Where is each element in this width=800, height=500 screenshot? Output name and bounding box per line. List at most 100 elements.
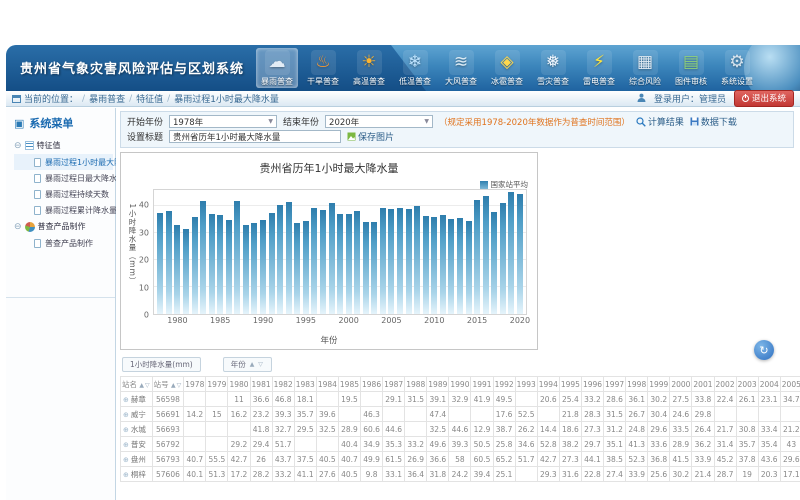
sort-icons[interactable]: ▲ ▽: [250, 361, 264, 368]
floating-widget-button[interactable]: ↻: [754, 340, 774, 360]
value-cell: [184, 422, 206, 437]
collapse-icon[interactable]: ⊖: [14, 222, 22, 232]
table-row[interactable]: ⊕水城5669341.832.729.532.528.960.644.632.5…: [121, 422, 800, 437]
bar-1983: [199, 190, 208, 314]
table-row[interactable]: ⊕普安5679229.229.451.740.434.935.333.249.6…: [121, 437, 800, 452]
breadcrumb-item-1[interactable]: 暴雨普查: [89, 92, 125, 105]
column-header-year[interactable]: 1989: [427, 377, 449, 392]
toolbar-item-map-audit[interactable]: ▤图件审核: [670, 48, 712, 88]
column-header-year[interactable]: 1996: [581, 377, 603, 392]
column-header-year[interactable]: 1990: [449, 377, 471, 392]
bar-2004: [379, 190, 388, 314]
value-cell: 41.5: [670, 452, 692, 467]
column-header-year[interactable]: 1993: [515, 377, 537, 392]
expand-row-icon[interactable]: ⊕: [123, 426, 129, 434]
column-header-year[interactable]: 2002: [714, 377, 736, 392]
value-cell: [537, 407, 559, 422]
start-year-label: 开始年份: [127, 115, 163, 128]
toolbar-item-low-temp-survey[interactable]: ❄低温普查: [394, 48, 436, 88]
column-header-year[interactable]: 1999: [648, 377, 670, 392]
sort-icons[interactable]: ▲▽: [139, 382, 150, 389]
column-header-year[interactable]: 1991: [471, 377, 493, 392]
column-header-year[interactable]: 1982: [272, 377, 294, 392]
table-row[interactable]: ⊕赫章565981136.646.818.119.529.131.539.132…: [121, 392, 800, 407]
column-header-year[interactable]: 1987: [383, 377, 405, 392]
end-year-select[interactable]: 2020年▼: [325, 115, 433, 128]
chart-title-input[interactable]: [169, 130, 341, 143]
column-field-chip[interactable]: 年份 ▲ ▽: [223, 357, 272, 372]
column-header-year[interactable]: 1988: [405, 377, 427, 392]
value-field-chip[interactable]: 1小时降水量(mm): [122, 357, 201, 372]
toolbar-item-rainstorm-survey[interactable]: ☁暴雨普查: [256, 48, 298, 88]
menu-item[interactable]: 暴雨过程持续天数: [14, 186, 113, 202]
bar-rect: [329, 203, 335, 314]
column-header-year[interactable]: 1979: [206, 377, 228, 392]
list-icon: [25, 141, 34, 150]
value-cell: 31.6: [559, 467, 581, 482]
toolbar-item-high-temp-survey[interactable]: ☀高温普查: [348, 48, 390, 88]
download-button[interactable]: 数据下载: [690, 115, 737, 128]
column-header-year[interactable]: 1984: [316, 377, 338, 392]
column-header-year[interactable]: 1986: [361, 377, 383, 392]
toolbar-item-comprehensive-risk[interactable]: ▦综合风险: [624, 48, 666, 88]
column-header-year[interactable]: 1981: [250, 377, 272, 392]
column-header-name[interactable]: 站名 ▲▽: [121, 377, 153, 392]
sort-icons[interactable]: ▲▽: [171, 382, 182, 389]
calculate-button[interactable]: 计算结果: [636, 115, 684, 128]
column-header-year[interactable]: 2004: [758, 377, 780, 392]
column-header-year[interactable]: 2003: [736, 377, 758, 392]
table-row[interactable]: ⊕威宁5669114.21516.223.239.335.739.646.347…: [121, 407, 800, 422]
logged-in-user: 登录用户：管理员: [654, 92, 726, 105]
breadcrumb-separator: /: [129, 94, 132, 104]
column-header-year[interactable]: 1998: [626, 377, 648, 392]
icon-toolbar: ☁暴雨普查♨干旱普查☀高温普查❄低温普查≋大风普查◈冰雹普查❅雪灾普查⚡雷电普查…: [256, 48, 758, 88]
start-year-select[interactable]: 1978年▼: [169, 115, 277, 128]
breadcrumb-item-2[interactable]: 特征值: [136, 92, 163, 105]
app-title: 贵州省气象灾害风险评估与区划系统: [20, 58, 244, 77]
column-header-year[interactable]: 1983: [294, 377, 316, 392]
x-tick: 2020: [510, 316, 530, 325]
menu-item[interactable]: 暴雨过程累计降水量: [14, 202, 113, 218]
column-header-year[interactable]: 2000: [670, 377, 692, 392]
bar-rect: [423, 216, 429, 314]
toolbar-item-system-settings[interactable]: ⚙系统设置: [716, 48, 758, 88]
table-row[interactable]: ⊕桐梓5760640.151.317.228.233.241.127.640.5…: [121, 467, 800, 482]
menu-group-普查产品制作[interactable]: ⊖普查产品制作: [14, 218, 113, 235]
column-header-year[interactable]: 2005: [780, 377, 800, 392]
value-cell: 55.5: [206, 452, 228, 467]
toolbar-item-drought-survey[interactable]: ♨干旱普查: [302, 48, 344, 88]
column-header-year[interactable]: 1995: [559, 377, 581, 392]
column-header-year[interactable]: 1997: [604, 377, 626, 392]
column-header-year[interactable]: 1994: [537, 377, 559, 392]
logout-button[interactable]: 退出系统: [734, 90, 794, 107]
expand-row-icon[interactable]: ⊕: [123, 411, 129, 419]
menu-group-特征值[interactable]: ⊖特征值: [14, 137, 113, 154]
column-header-year[interactable]: 1978: [184, 377, 206, 392]
value-cell: 26.4: [692, 422, 714, 437]
toolbar-item-wind-survey[interactable]: ≋大风普查: [440, 48, 482, 88]
expand-row-icon[interactable]: ⊕: [123, 396, 129, 404]
toolbar-item-hail-survey[interactable]: ◈冰雹普查: [486, 48, 528, 88]
save-image-button[interactable]: 保存图片: [347, 130, 394, 143]
table-row[interactable]: ⊕盘州5679340.755.542.72643.737.540.540.749…: [121, 452, 800, 467]
collapse-icon[interactable]: ⊖: [14, 141, 22, 151]
y-tick: 10: [139, 283, 149, 292]
station-name-cell: ⊕盘州: [121, 452, 153, 467]
expand-row-icon[interactable]: ⊕: [123, 441, 129, 449]
menu-item[interactable]: 普查产品制作: [14, 235, 113, 251]
expand-row-icon[interactable]: ⊕: [123, 471, 129, 479]
column-header-year[interactable]: 1985: [338, 377, 360, 392]
column-header-year[interactable]: 1992: [493, 377, 515, 392]
menu-item[interactable]: 暴雨过程1小时最大降水量: [14, 154, 113, 170]
expand-row-icon[interactable]: ⊕: [123, 456, 129, 464]
column-header-id[interactable]: 站号 ▲▽: [152, 377, 184, 392]
column-header-year[interactable]: 1980: [228, 377, 250, 392]
value-cell: 20.6: [537, 392, 559, 407]
menu-item[interactable]: 暴雨过程日最大降水量: [14, 170, 113, 186]
column-header-year[interactable]: 2001: [692, 377, 714, 392]
toolbar-item-snow-survey[interactable]: ❅雪灾普查: [532, 48, 574, 88]
breadcrumb-item-3[interactable]: 暴雨过程1小时最大降水量: [174, 92, 279, 105]
legend-swatch: [480, 181, 488, 189]
breadcrumb-separator: /: [167, 94, 170, 104]
toolbar-item-lightning-survey[interactable]: ⚡雷电普查: [578, 48, 620, 88]
